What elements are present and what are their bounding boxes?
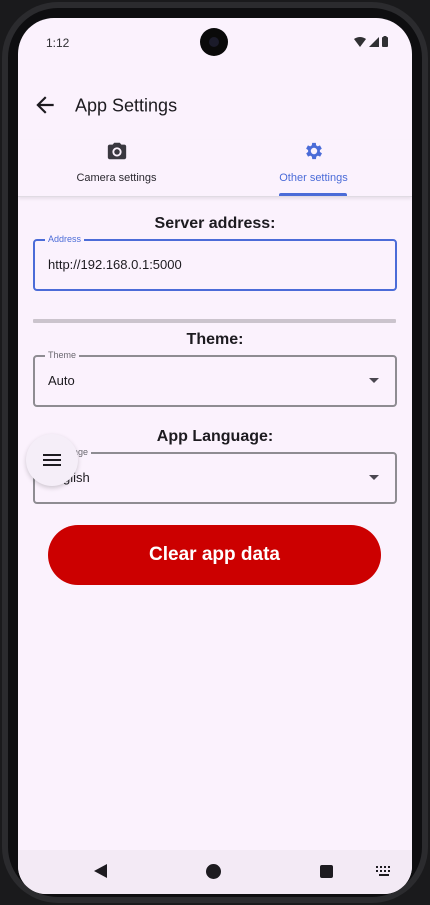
system-nav-bar [18, 850, 412, 894]
address-field-value: http://192.168.0.1:5000 [48, 257, 182, 272]
nav-recents-icon[interactable] [320, 865, 333, 878]
menu-icon [43, 454, 61, 466]
tab-bar: Camera settings Other settings [18, 140, 412, 197]
theme-dropdown-value: Auto [48, 373, 75, 388]
nav-back-icon[interactable] [94, 864, 107, 878]
status-icons [354, 36, 388, 47]
app-bar: App Settings [18, 80, 412, 130]
dropdown-arrow-icon [369, 378, 379, 383]
dropdown-arrow-icon [369, 475, 379, 480]
address-field[interactable]: Address http://192.168.0.1:5000 [33, 234, 397, 291]
battery-icon [382, 36, 388, 47]
tab-camera-settings[interactable]: Camera settings [18, 140, 215, 196]
nav-home-icon[interactable] [206, 864, 221, 879]
tab-label: Other settings [279, 172, 348, 184]
menu-fab[interactable] [26, 434, 78, 486]
arrow-back-icon [36, 96, 54, 114]
tab-other-settings[interactable]: Other settings [215, 140, 412, 196]
status-time: 1:12 [46, 36, 70, 50]
status-bar: 1:12 [18, 18, 412, 68]
page-title: App Settings [75, 95, 178, 116]
screen: 1:12 App Settings Camera settings Other … [18, 18, 412, 894]
clear-app-data-button[interactable]: Clear app data [48, 525, 381, 585]
camera-icon [107, 142, 126, 160]
section-divider [33, 319, 396, 323]
wifi-icon [354, 36, 366, 47]
theme-section-title: Theme: [186, 331, 244, 348]
server-section-title: Server address: [154, 215, 276, 232]
gear-icon [305, 142, 322, 160]
language-dropdown[interactable]: uage glish [33, 447, 397, 504]
signal-icon [369, 36, 379, 47]
front-camera [200, 28, 228, 56]
tab-label: Camera settings [76, 172, 157, 184]
keyboard-icon[interactable] [376, 866, 392, 878]
language-section-title: App Language: [156, 428, 274, 445]
tab-indicator [279, 193, 347, 196]
theme-dropdown[interactable]: Theme Auto [33, 350, 397, 407]
back-button[interactable] [32, 92, 58, 118]
